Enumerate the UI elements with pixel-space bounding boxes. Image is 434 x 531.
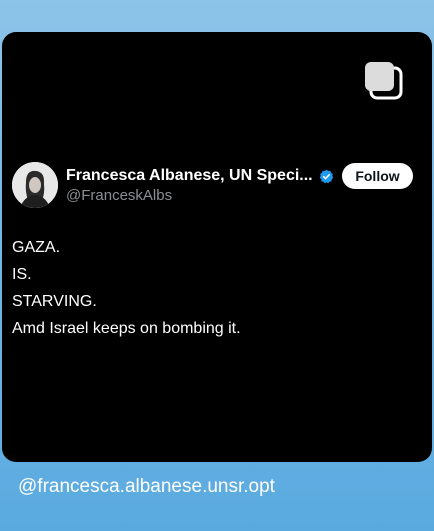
- tweet-line: Amd Israel keeps on bombing it.: [12, 320, 241, 337]
- user-handle[interactable]: @FranceskAlbs: [66, 187, 172, 204]
- tweet-text: GAZA. IS. STARVING. Amd Israel keeps on …: [12, 234, 241, 342]
- display-name[interactable]: Francesca Albanese, UN Speci...: [66, 167, 313, 185]
- verified-badge-icon: [319, 169, 334, 184]
- tweet-line: STARVING.: [12, 293, 97, 310]
- tweet-line: IS.: [12, 266, 32, 283]
- tweet-card[interactable]: Francesca Albanese, UN Speci... @Frances…: [2, 32, 432, 462]
- tweet-line: GAZA.: [12, 239, 61, 256]
- mention-caption[interactable]: @francesca.albanese.unsr.opt: [18, 476, 275, 498]
- multi-select-icon[interactable]: [362, 60, 404, 100]
- avatar[interactable]: [12, 162, 58, 208]
- follow-button[interactable]: Follow: [342, 163, 413, 189]
